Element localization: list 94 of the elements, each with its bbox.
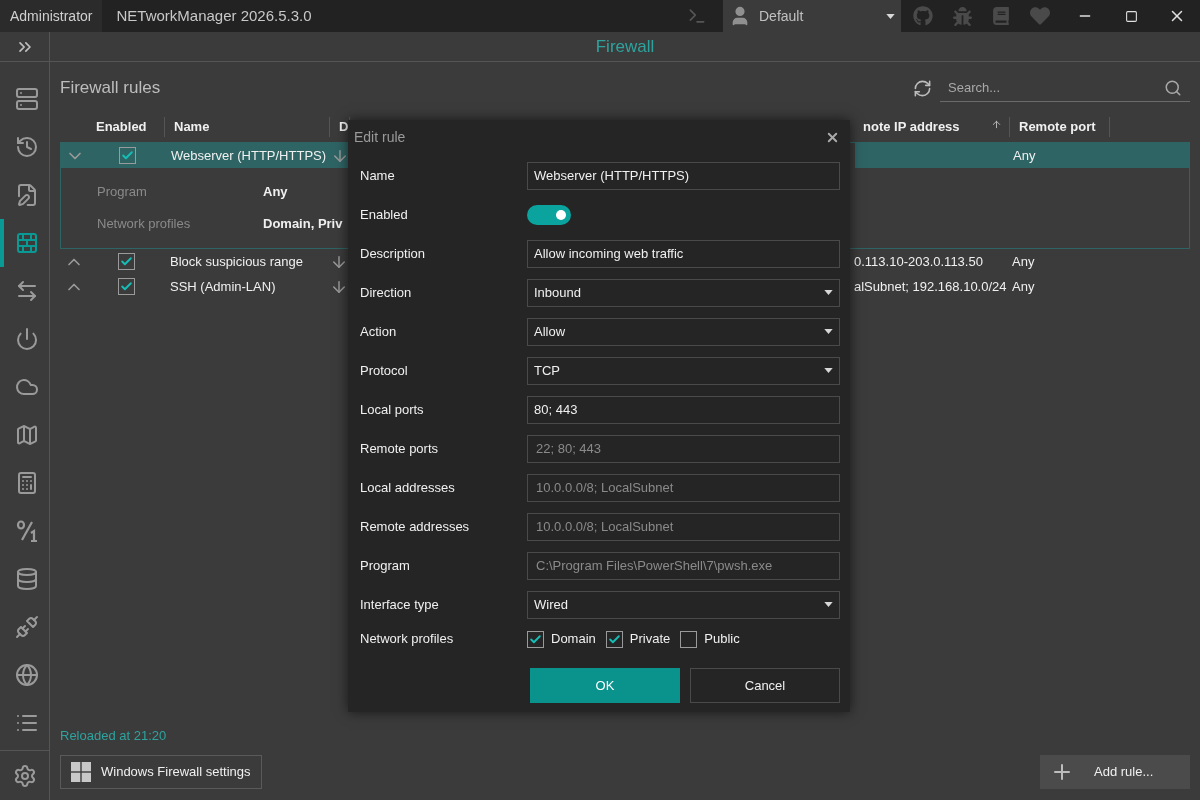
field-label: Name bbox=[360, 166, 396, 185]
field-label: Protocol bbox=[360, 361, 409, 380]
dropdown[interactable]: Wired bbox=[527, 590, 840, 619]
input-field[interactable]: 22; 80; 443 bbox=[527, 434, 840, 463]
checkbox-label: Domain bbox=[551, 630, 596, 649]
dropdown-caret-icon bbox=[886, 13, 895, 19]
settings-icon[interactable] bbox=[12, 763, 37, 788]
input-field[interactable]: Webserver (HTTP/HTTPS) bbox=[527, 161, 840, 190]
input-field[interactable]: 10.0.0.0/8; LocalSubnet bbox=[527, 473, 840, 502]
field-label: Local addresses bbox=[360, 478, 456, 497]
checkbox[interactable] bbox=[680, 630, 698, 648]
input-field[interactable]: C:\Program Files\PowerShell\7\pwsh.exe bbox=[527, 551, 840, 580]
detail-label: Program bbox=[97, 183, 148, 202]
field-label: Remote addresses bbox=[360, 517, 471, 536]
input-field[interactable]: 10.0.0.0/8; LocalSubnet bbox=[527, 512, 840, 541]
terminal-icon[interactable] bbox=[687, 6, 707, 26]
table-cell-text: SSH (Admin-LAN) bbox=[169, 277, 277, 296]
table-row-segment[interactable]: alSubnet; 192.168.10.0/24 Any bbox=[854, 274, 1190, 299]
table-row-segment[interactable]: 0.113.10-203.0.113.50 Any bbox=[854, 249, 1190, 274]
globe-icon bbox=[14, 663, 39, 687]
field-label: Local ports bbox=[360, 400, 425, 419]
table-cell-text: Any bbox=[1011, 252, 1036, 271]
search-icon bbox=[1164, 78, 1182, 97]
server-icon bbox=[14, 87, 39, 111]
status-text: Reloaded at 21:20 bbox=[60, 726, 168, 745]
field-label: Remote ports bbox=[360, 439, 440, 458]
table-row-segment[interactable]: Webserver (HTTP/HTTPS) bbox=[61, 143, 351, 168]
column-header[interactable]: Remote port bbox=[1010, 117, 1110, 137]
dialog-title: Edit rule bbox=[354, 127, 406, 147]
dropdown-caret-icon bbox=[824, 368, 833, 373]
field-label: Direction bbox=[360, 283, 413, 302]
checkmark-icon bbox=[607, 632, 621, 646]
checkbox[interactable] bbox=[118, 278, 135, 295]
fraction-icon bbox=[14, 519, 39, 543]
search-field[interactable]: Search... bbox=[940, 74, 1190, 102]
column-header[interactable]: Name bbox=[165, 117, 330, 137]
field-label: Enabled bbox=[360, 205, 409, 224]
table-row-segment[interactable]: Any bbox=[855, 143, 1189, 168]
add-rule-button[interactable]: Add rule... bbox=[1040, 755, 1190, 789]
window-title: NETworkManager 2026.5.3.0 bbox=[115, 5, 313, 26]
checkbox[interactable] bbox=[605, 630, 623, 648]
clock-icon bbox=[14, 135, 39, 159]
table-cell-text: Webserver (HTTP/HTTPS) bbox=[170, 146, 328, 165]
page-title: Firewall bbox=[595, 35, 655, 58]
sort-arrow-icon bbox=[991, 119, 1002, 130]
dropdown-caret-icon bbox=[824, 290, 833, 295]
input-field[interactable]: Allow incoming web traffic bbox=[527, 239, 840, 268]
field-label: Action bbox=[360, 322, 398, 341]
table-row-segment[interactable]: Block suspicious range bbox=[60, 249, 350, 274]
input-field[interactable]: 80; 443 bbox=[527, 395, 840, 424]
checkbox[interactable] bbox=[527, 630, 544, 648]
table-cell-text: Any bbox=[1012, 146, 1037, 165]
dropdown[interactable]: TCP bbox=[527, 356, 840, 385]
field-label: Network profiles bbox=[360, 630, 455, 649]
brick-wall-icon bbox=[14, 231, 39, 255]
maximize-icon[interactable] bbox=[1124, 9, 1138, 23]
dropdown-caret-icon bbox=[824, 602, 833, 607]
table-cell-text: Any bbox=[1011, 277, 1036, 296]
power-icon bbox=[14, 327, 39, 351]
checkbox[interactable] bbox=[118, 253, 135, 270]
checkbox-label: Private bbox=[629, 630, 671, 649]
dropdown-caret-icon bbox=[824, 329, 833, 334]
checkmark-icon bbox=[120, 280, 133, 293]
dropdown[interactable]: Inbound bbox=[527, 278, 840, 307]
toggle-switch[interactable] bbox=[527, 204, 571, 225]
detail-value: Any bbox=[263, 183, 289, 202]
profile-dropdown[interactable]: Default bbox=[723, 0, 901, 32]
map-icon bbox=[14, 423, 39, 447]
table-cell-text: alSubnet; 192.168.10.0/24 bbox=[854, 277, 1008, 296]
checkbox[interactable] bbox=[119, 147, 136, 164]
table-row-segment[interactable]: SSH (Admin-LAN) bbox=[60, 274, 350, 299]
column-header[interactable]: Enabled bbox=[88, 117, 165, 137]
section-title: Firewall rules bbox=[60, 77, 162, 100]
checkmark-icon bbox=[529, 632, 542, 646]
windows-logo-icon bbox=[71, 762, 91, 782]
ok-button[interactable]: OK bbox=[530, 668, 680, 703]
cancel-button[interactable]: Cancel bbox=[690, 668, 840, 703]
field-label: Program bbox=[360, 556, 411, 575]
checkmark-icon bbox=[120, 255, 133, 268]
table-cell-text: 0.113.10-203.0.113.50 bbox=[854, 252, 984, 271]
dropdown[interactable]: Allow bbox=[527, 317, 840, 346]
detail-value: Domain, Priv bbox=[263, 215, 344, 234]
column-header[interactable]: note IP address bbox=[854, 117, 1010, 137]
user-label: Administrator bbox=[0, 0, 103, 32]
plug-icon bbox=[14, 615, 39, 639]
table-cell-text: Block suspicious range bbox=[169, 252, 304, 271]
field-label: Description bbox=[360, 244, 427, 263]
database-icon bbox=[14, 567, 39, 591]
windows-firewall-settings-button[interactable]: Windows Firewall settings bbox=[60, 755, 262, 789]
checkmark-icon bbox=[121, 149, 134, 162]
detail-label: Network profiles bbox=[97, 215, 192, 234]
refresh-icon[interactable] bbox=[913, 78, 932, 98]
field-label: Interface type bbox=[360, 595, 440, 614]
checkbox-label: Public bbox=[704, 630, 740, 649]
